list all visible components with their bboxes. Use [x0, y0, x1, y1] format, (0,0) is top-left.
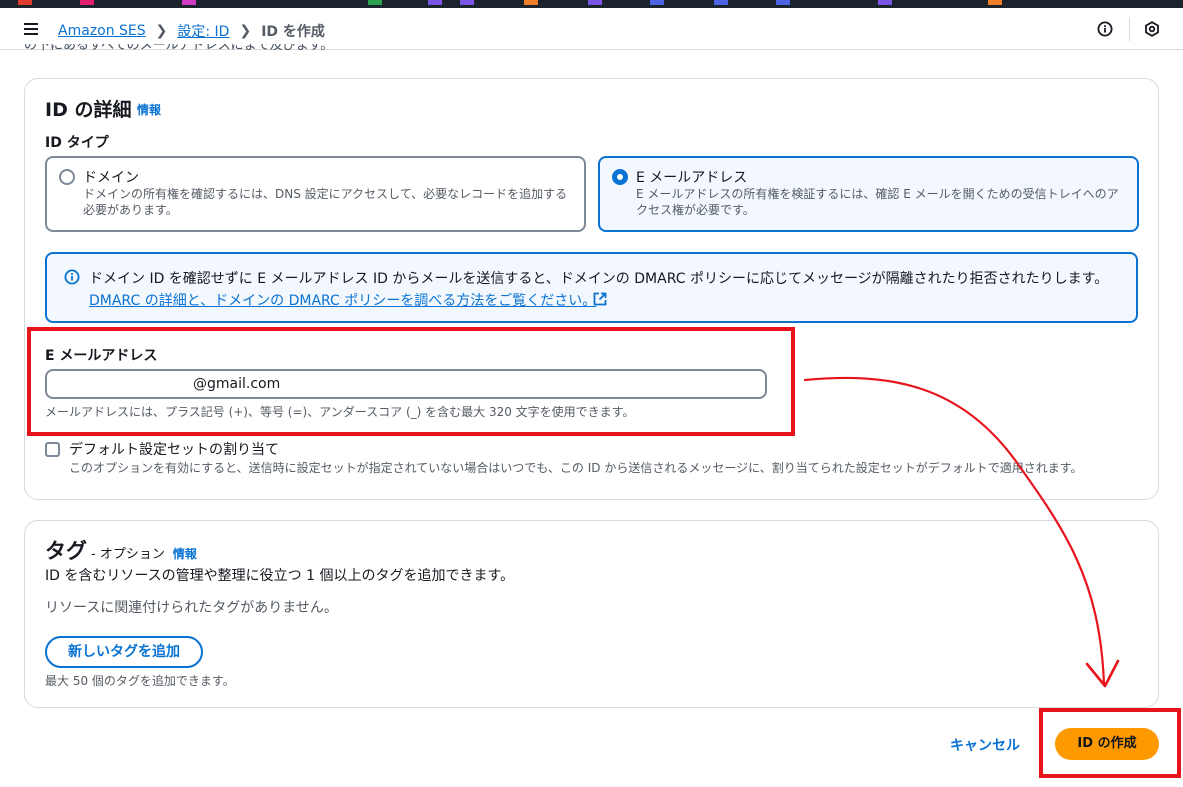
tab-color-mark — [460, 0, 474, 5]
default-config-desc: このオプションを有効にすると、送信時に設定セットが指定されていない場合はいつでも… — [69, 461, 1083, 475]
id-details-panel: ID の詳細 情報 ID タイプ ドメイン ドメインの所有権を確認するには、DN… — [24, 78, 1159, 500]
add-tag-button[interactable]: 新しいタグを追加 — [45, 636, 203, 668]
tab-color-mark — [714, 0, 728, 5]
dmarc-info-alert: ドメイン ID を確認せずに E メールアドレス ID からメールを送信すると、… — [45, 252, 1138, 323]
tab-color-mark — [988, 0, 1002, 5]
domain-option-tile[interactable]: ドメイン ドメインの所有権を確認するには、DNS 設定にアクセスして、必要なレコ… — [45, 156, 586, 232]
tags-info-link[interactable]: 情報 — [173, 545, 197, 562]
tags-optional-label: - オプション — [91, 547, 165, 562]
tab-color-mark — [524, 0, 538, 5]
tab-color-mark — [776, 0, 790, 5]
tab-color-mark — [588, 0, 602, 5]
details-title: ID の詳細 — [45, 99, 132, 121]
settings-hexagon-icon[interactable] — [1144, 21, 1160, 37]
domain-option-desc: ドメインの所有権を確認するには、DNS 設定にアクセスして、必要なレコードを追加… — [83, 187, 568, 217]
hamburger-icon[interactable] — [24, 23, 38, 35]
header-divider — [1129, 17, 1130, 41]
default-config-checkbox[interactable] — [45, 442, 60, 457]
tab-color-mark — [650, 0, 664, 5]
tab-color-mark — [368, 0, 382, 5]
tab-color-mark — [80, 0, 94, 5]
tab-color-mark — [428, 0, 442, 5]
breadcrumb-current: ID を作成 — [261, 24, 325, 40]
domain-option-title: ドメイン — [83, 170, 139, 186]
cancel-button[interactable]: キャンセル — [950, 735, 1020, 755]
external-link-icon[interactable] — [593, 292, 607, 306]
tab-color-mark — [878, 0, 892, 5]
tags-panel: タグ - オプション 情報 ID を含むリソースの管理や整理に役立つ 1 個以上… — [24, 520, 1159, 708]
email-address-input[interactable]: @gmail.com — [45, 369, 767, 399]
chevron-right-icon: ❯ — [239, 23, 252, 39]
dmarc-learn-more-link[interactable]: DMARC の詳細と、ドメインの DMARC ポリシーを調べる方法をご覧ください… — [89, 290, 596, 310]
email-address-label: E メールアドレス — [45, 348, 158, 364]
browser-top-strip — [0, 0, 1183, 8]
breadcrumb-service-link[interactable]: Amazon SES — [58, 23, 146, 39]
tags-heading: タグ - オプション 情報 — [45, 535, 197, 565]
tags-limit-text: 最大 50 個のタグを追加できます。 — [45, 674, 235, 688]
email-radio[interactable] — [612, 169, 628, 185]
breadcrumb-settings-link[interactable]: 設定: ID — [177, 21, 229, 41]
default-config-label: デフォルト設定セットの割り当て — [69, 442, 279, 458]
email-option-tile[interactable]: E メールアドレス E メールアドレスの所有権を検証するには、確認 E メールを… — [598, 156, 1139, 232]
tags-description: ID を含むリソースの管理や整理に役立つ 1 個以上のタグを追加できます。 — [45, 568, 515, 584]
alert-message: ドメイン ID を確認せずに E メールアドレス ID からメールを送信すると、… — [89, 271, 1109, 287]
scrolled-off-text: の下にあるすべてのメールアドレスにまで及びます。 — [24, 44, 334, 53]
tags-empty-message: リソースに関連付けられたタグがありません。 — [45, 600, 338, 616]
chevron-right-icon: ❯ — [155, 23, 168, 39]
info-circle-icon[interactable] — [1097, 21, 1113, 37]
details-info-link[interactable]: 情報 — [137, 101, 161, 118]
id-type-label: ID タイプ — [45, 135, 109, 151]
domain-radio[interactable] — [59, 169, 75, 185]
email-option-desc: E メールアドレスの所有権を検証するには、確認 E メールを開くための受信トレイ… — [636, 187, 1119, 217]
email-constraint-text: メールアドレスには、プラス記号 (+)、等号 (=)、アンダースコア (_) を… — [45, 405, 635, 419]
tab-color-mark — [182, 0, 196, 5]
tab-color-mark — [18, 0, 32, 5]
email-option-title: E メールアドレス — [636, 170, 748, 186]
info-circle-icon — [64, 269, 80, 285]
tags-title: タグ — [45, 539, 87, 563]
breadcrumb: Amazon SES ❯ 設定: ID ❯ ID を作成 — [58, 21, 325, 41]
create-identity-button[interactable]: ID の作成 — [1055, 728, 1159, 760]
